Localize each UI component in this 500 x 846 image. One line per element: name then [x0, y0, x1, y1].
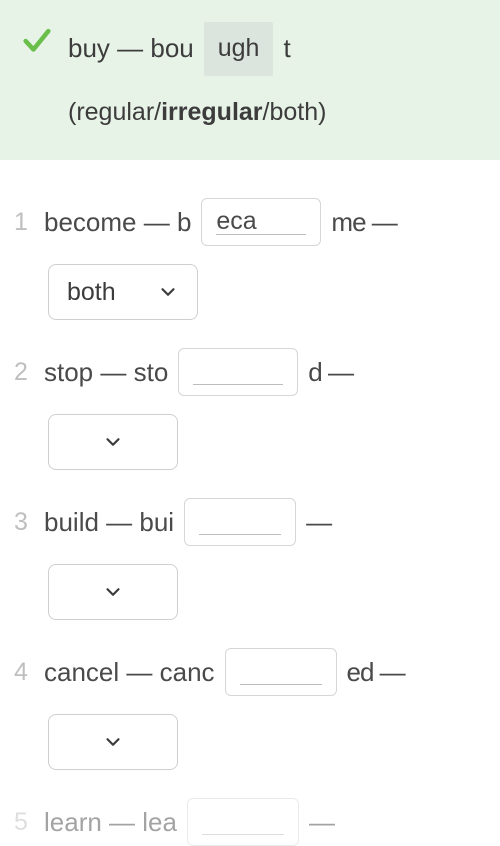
- blank-input[interactable]: [225, 648, 337, 696]
- chevron-down-icon: [102, 731, 124, 753]
- question-suffix: d —: [308, 357, 353, 388]
- question-suffix: —: [309, 807, 334, 838]
- question-row: 5 learn — lea —: [14, 798, 486, 846]
- question-prefix: learn — lea: [44, 807, 177, 838]
- example-content: buy — bou ugh t (regular/irregular/both): [68, 22, 326, 132]
- type-dropdown[interactable]: both: [48, 264, 198, 320]
- example-prefix: buy — bou: [68, 28, 194, 70]
- question-row: 4 cancel — canc ed —: [14, 648, 486, 770]
- question-number: 5: [14, 808, 34, 837]
- hint-close: /both): [263, 98, 327, 126]
- question-line: 3 build — bui —: [14, 498, 486, 546]
- question-suffix: ed —: [347, 657, 405, 688]
- question-number: 2: [14, 358, 34, 387]
- question-number: 4: [14, 658, 34, 687]
- question-row: 1 become — b eca me — both: [14, 198, 486, 320]
- dropdown-value: both: [67, 278, 116, 307]
- question-line: 2 stop — sto d —: [14, 348, 486, 396]
- question-number: 1: [14, 208, 34, 237]
- blank-input[interactable]: eca: [201, 198, 321, 246]
- hint-bold: irregular: [161, 98, 262, 126]
- hint-open: (regular/: [68, 98, 161, 126]
- chevron-down-icon: [102, 431, 124, 453]
- chevron-down-icon: [157, 281, 179, 303]
- example-hint: (regular/irregular/both): [68, 92, 326, 132]
- question-line: 5 learn — lea —: [14, 798, 486, 846]
- example-suffix: t: [283, 28, 290, 70]
- example-box: buy — bou ugh t (regular/irregular/both): [0, 0, 500, 160]
- question-line: 4 cancel — canc ed —: [14, 648, 486, 696]
- question-prefix: build — bui: [44, 507, 174, 538]
- type-dropdown[interactable]: [48, 714, 178, 770]
- example-line1: buy — bou ugh t: [68, 22, 326, 76]
- question-suffix: —: [306, 507, 331, 538]
- example-chip: ugh: [204, 22, 274, 76]
- question-prefix: stop — sto: [44, 357, 168, 388]
- blank-value: eca: [216, 207, 256, 235]
- question-row: 3 build — bui —: [14, 498, 486, 620]
- questions-list: 1 become — b eca me — both 2 stop — sto …: [0, 160, 500, 846]
- question-row: 2 stop — sto d —: [14, 348, 486, 470]
- question-line: 1 become — b eca me —: [14, 198, 486, 246]
- question-number: 3: [14, 508, 34, 537]
- blank-input[interactable]: [187, 798, 299, 846]
- chevron-down-icon: [102, 581, 124, 603]
- blank-input[interactable]: [184, 498, 296, 546]
- check-icon: [20, 24, 54, 58]
- question-suffix: me —: [331, 207, 396, 238]
- type-dropdown[interactable]: [48, 564, 178, 620]
- type-dropdown[interactable]: [48, 414, 178, 470]
- question-prefix: cancel — canc: [44, 657, 215, 688]
- blank-input[interactable]: [178, 348, 298, 396]
- question-prefix: become — b: [44, 207, 191, 238]
